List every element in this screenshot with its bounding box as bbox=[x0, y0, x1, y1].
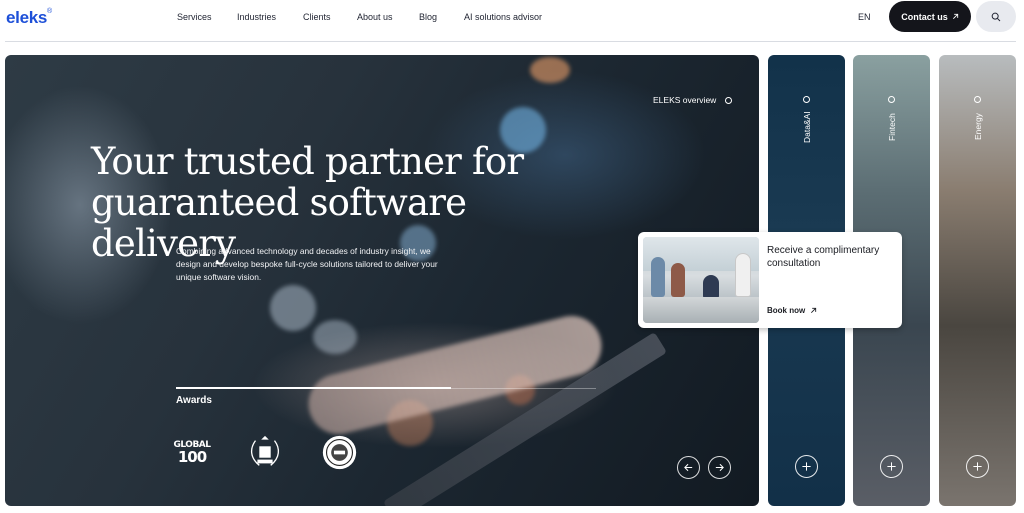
nav-item-ai-solutions-advisor[interactable]: AI solutions advisor bbox=[464, 12, 542, 22]
nav-item-clients[interactable]: Clients bbox=[303, 12, 331, 22]
plus-icon bbox=[802, 462, 811, 471]
book-now-link[interactable]: Book now bbox=[767, 306, 817, 315]
plus-icon bbox=[887, 462, 896, 471]
ring-icon bbox=[803, 96, 810, 103]
photo-person-shape bbox=[703, 275, 719, 299]
nav-item-about-us[interactable]: About us bbox=[357, 12, 393, 22]
award-text-bottom: 100 bbox=[177, 447, 207, 466]
photo-person-shape bbox=[671, 263, 685, 297]
eleks-overview-link[interactable]: ELEKS overview bbox=[653, 95, 733, 105]
search-button[interactable] bbox=[976, 1, 1016, 32]
consultation-title: Receive a complimentary consultation bbox=[767, 245, 880, 269]
carousel-prev-button[interactable] bbox=[677, 456, 700, 479]
hero-subtext: Combining advanced technology and decade… bbox=[176, 246, 438, 282]
ring-icon bbox=[974, 96, 981, 103]
seal-badge-icon bbox=[322, 435, 356, 469]
top-navigation-bar: eleks® Services Industries Clients About… bbox=[0, 0, 1024, 40]
team-meeting-photo bbox=[643, 237, 759, 323]
nav-item-industries[interactable]: Industries bbox=[237, 12, 276, 22]
consultation-card[interactable]: Receive a complimentary consultation Boo… bbox=[638, 232, 902, 328]
laurel-award-logo bbox=[245, 432, 285, 472]
panel-label-data-ai: Data&AI bbox=[802, 111, 812, 143]
awards-divider-highlight bbox=[176, 387, 451, 389]
ring-icon bbox=[888, 96, 895, 103]
ring-icon bbox=[725, 96, 733, 104]
photo-person-shape bbox=[651, 257, 665, 297]
book-now-label: Book now bbox=[767, 306, 806, 315]
nav-item-blog[interactable]: Blog bbox=[419, 12, 437, 22]
overview-label: ELEKS overview bbox=[653, 95, 717, 105]
bokeh-light bbox=[530, 57, 570, 83]
awards-title: Awards bbox=[176, 395, 212, 406]
expand-energy-button[interactable] bbox=[966, 455, 989, 478]
bokeh-light bbox=[270, 285, 316, 331]
logo-registered-mark: ® bbox=[47, 8, 52, 15]
panel-label-energy: Energy bbox=[973, 113, 983, 140]
plus-icon bbox=[973, 462, 982, 471]
search-icon bbox=[991, 12, 1001, 21]
logo-text: eleks bbox=[6, 8, 48, 27]
arrow-right-icon bbox=[715, 463, 724, 472]
contact-us-button[interactable]: Contact us bbox=[889, 1, 971, 32]
language-selector[interactable]: EN bbox=[858, 12, 871, 22]
photo-person-shape bbox=[735, 253, 751, 297]
arrow-left-icon bbox=[684, 463, 693, 472]
carousel-next-button[interactable] bbox=[708, 456, 731, 479]
panel-label-fintech: Fintech bbox=[887, 113, 897, 141]
global-100-award-logo: GLOBAL 100 bbox=[174, 432, 212, 472]
expand-data-ai-button[interactable] bbox=[795, 455, 818, 478]
panel-energy[interactable]: Energy bbox=[939, 55, 1016, 506]
header-divider bbox=[5, 41, 1016, 42]
arrow-up-right-icon bbox=[811, 307, 817, 313]
seal-award-logo bbox=[319, 432, 359, 472]
expand-fintech-button[interactable] bbox=[880, 455, 903, 478]
contact-us-label: Contact us bbox=[901, 11, 948, 22]
nav-item-services[interactable]: Services bbox=[177, 12, 212, 22]
bokeh-light bbox=[313, 320, 357, 354]
laurel-wreath-icon bbox=[251, 435, 279, 466]
arrow-up-right-icon bbox=[952, 13, 958, 19]
photo-table-area bbox=[643, 297, 759, 323]
eleks-logo[interactable]: eleks® bbox=[6, 8, 52, 28]
